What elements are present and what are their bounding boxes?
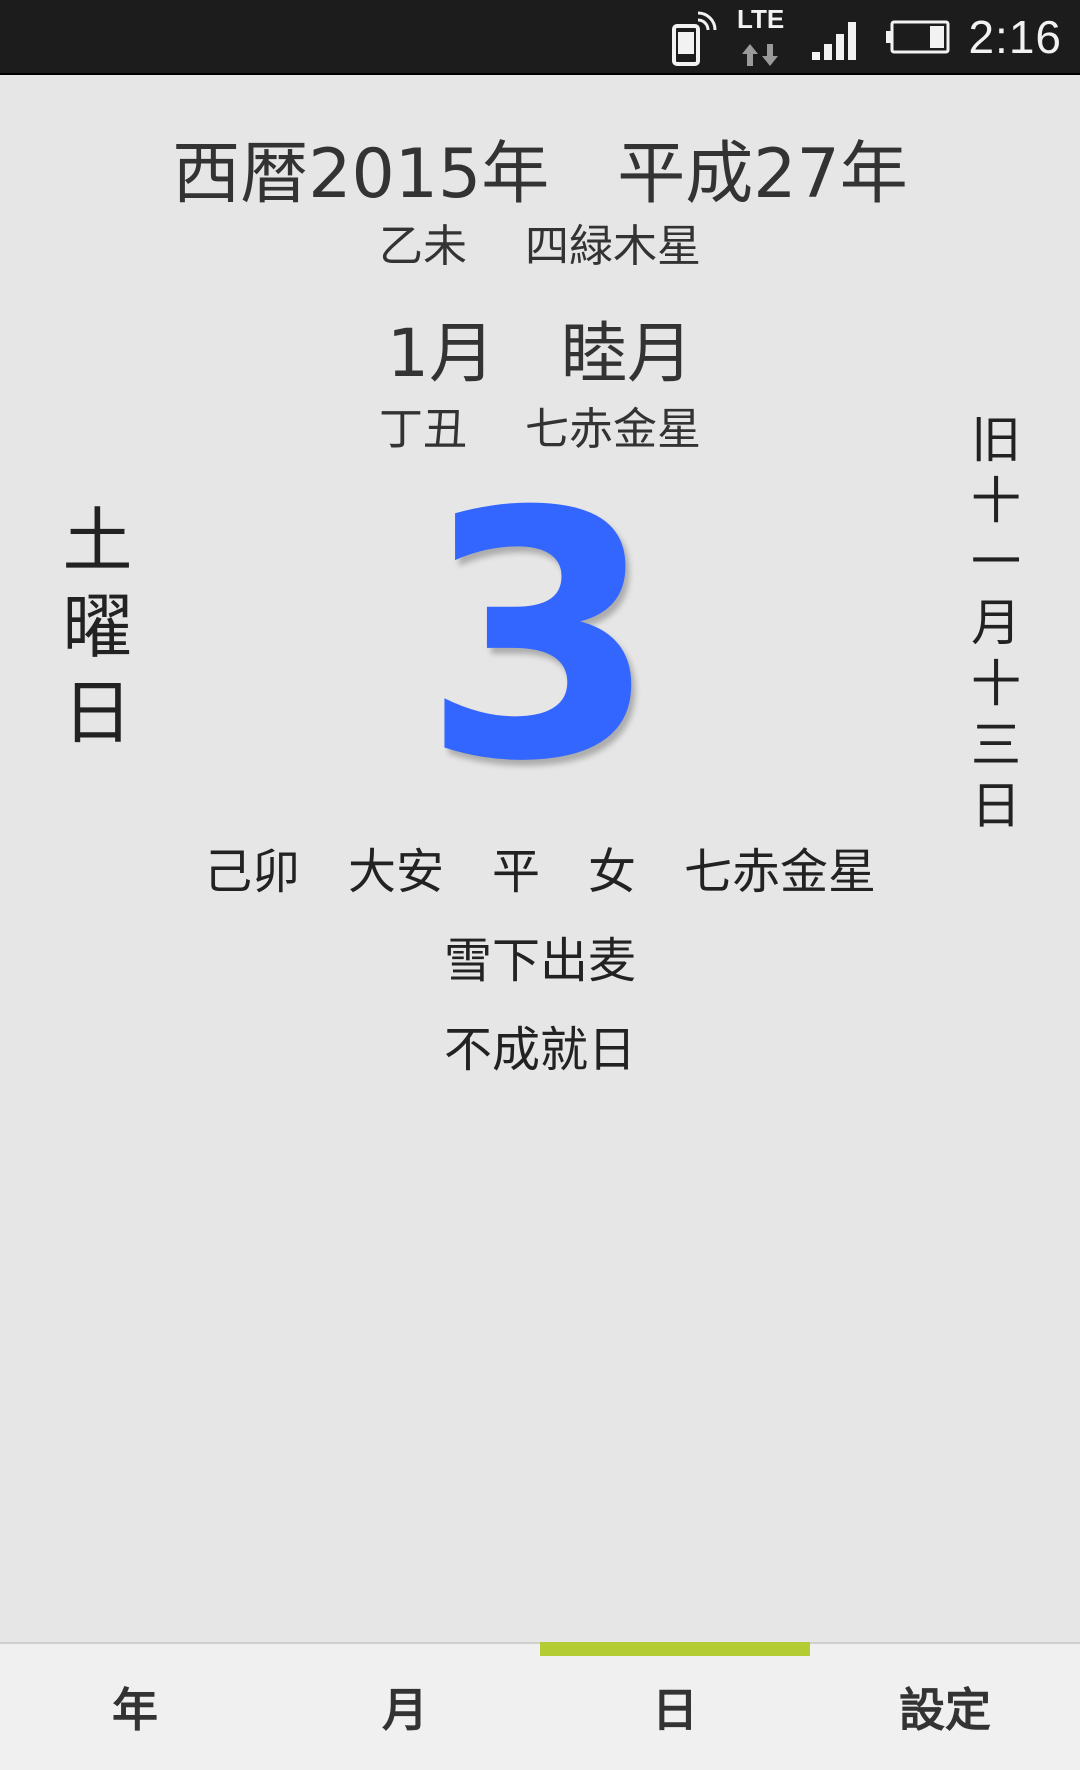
battery-icon — [886, 20, 950, 54]
tab-day[interactable]: 日 — [540, 1642, 810, 1770]
tab-settings-label: 設定 — [899, 1683, 991, 1737]
clock-time: 2:16 — [968, 11, 1062, 63]
data-transfer-icon — [742, 44, 778, 66]
tab-year-label: 年 — [112, 1683, 158, 1737]
year-zodiac-star: 乙未 四緑木星 — [379, 221, 701, 272]
tab-month-label: 月 — [382, 1683, 428, 1737]
bottom-tab-bar: 年 月 日 設定 — [0, 1642, 1080, 1770]
signal-strength-icon — [812, 22, 856, 60]
lunar-date-label: 旧十一月十三日 — [971, 411, 1021, 835]
month-title: 1月 睦月 — [387, 315, 693, 392]
status-bar: LTE 2:16 — [0, 0, 1080, 75]
tab-settings[interactable]: 設定 — [810, 1644, 1080, 1770]
seasonal-term: 雪下出麦 — [443, 933, 636, 989]
tab-year[interactable]: 年 — [0, 1644, 270, 1770]
day-details: 己卯 大安 平 女 七赤金星 — [203, 844, 876, 900]
tab-month[interactable]: 月 — [270, 1644, 540, 1770]
tab-day-label: 日 — [652, 1683, 698, 1737]
active-tab-indicator — [540, 1642, 810, 1656]
year-title: 西暦2015年 平成27年 — [172, 135, 908, 214]
day-number: 3 — [421, 440, 659, 836]
phone-wireless-icon — [672, 11, 717, 66]
fortune-day: 不成就日 — [443, 1022, 636, 1078]
